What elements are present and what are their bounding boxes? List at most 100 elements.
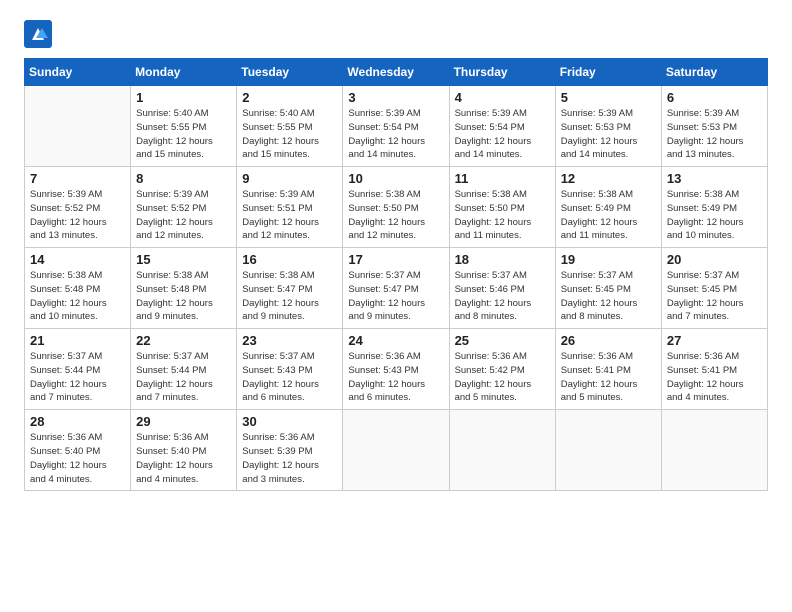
calendar-cell: 10 Sunrise: 5:38 AM Sunset: 5:50 PM Dayli… xyxy=(343,167,449,248)
calendar-cell xyxy=(343,410,449,491)
day-info: Sunrise: 5:38 AM Sunset: 5:49 PM Dayligh… xyxy=(561,188,656,243)
day-info: Sunrise: 5:37 AM Sunset: 5:44 PM Dayligh… xyxy=(136,350,231,405)
day-info: Sunrise: 5:37 AM Sunset: 5:44 PM Dayligh… xyxy=(30,350,125,405)
calendar-cell: 23 Sunrise: 5:37 AM Sunset: 5:43 PM Dayli… xyxy=(237,329,343,410)
calendar-cell: 28Sunrise: 5:36 AM Sunset: 5:40 PM Dayli… xyxy=(25,410,131,491)
calendar-table: SundayMondayTuesdayWednesdayThursdayFrid… xyxy=(24,58,768,491)
day-number: 27 xyxy=(667,333,762,348)
calendar-cell xyxy=(661,410,767,491)
calendar-cell: 17Sunrise: 5:37 AM Sunset: 5:47 PM Dayli… xyxy=(343,248,449,329)
calendar-cell: 26 Sunrise: 5:36 AM Sunset: 5:41 PM Dayli… xyxy=(555,329,661,410)
day-number: 29 xyxy=(136,414,231,429)
calendar-week-row: 28 Sunrise: 5:36 AM Sunset: 5:40 PM Dayli… xyxy=(25,410,768,491)
day-info: Sunrise: 5:37 AM Sunset: 5:43 PM Dayligh… xyxy=(242,350,337,405)
calendar-cell: 4 Sunrise: 5:39 AM Sunset: 5:54 PM Daylig… xyxy=(449,86,555,167)
day-number: 22 xyxy=(136,333,231,348)
day-number: 23 xyxy=(242,333,337,348)
calendar-cell: 16 Sunrise: 5:38 AM Sunset: 5:47 PM Dayli… xyxy=(237,248,343,329)
calendar-cell: 8 Sunrise: 5:39 AM Sunset: 5:52 PM Daylig… xyxy=(131,167,237,248)
day-number: 20 xyxy=(667,252,762,267)
day-number: 6 xyxy=(667,90,762,105)
day-number: 7 xyxy=(30,171,125,186)
day-number: 1 xyxy=(136,90,231,105)
day-info: Sunrise: 5:39 AM Sunset: 5:54 PM Dayligh… xyxy=(348,107,443,162)
calendar-cell xyxy=(449,410,555,491)
calendar-cell: 11 Sunrise: 5:38 AM Sunset: 5:50 PM Dayli… xyxy=(449,167,555,248)
calendar-week-row: 14 Sunrise: 5:38 AM Sunset: 5:48 PM Dayli… xyxy=(25,248,768,329)
day-info: Sunrise: 5:36 AM Sunset: 5:41 PM Dayligh… xyxy=(561,350,656,405)
day-number: 17 xyxy=(348,252,443,267)
column-header-tuesday: Tuesday xyxy=(237,59,343,86)
day-number: 12 xyxy=(561,171,656,186)
day-number: 5 xyxy=(561,90,656,105)
column-header-saturday: Saturday xyxy=(661,59,767,86)
day-info: Sunrise: 5:36 AM Sunset: 5:40 PM Dayligh… xyxy=(136,431,231,486)
day-info: Sunrise: 5:39 AM Sunset: 5:52 PM Dayligh… xyxy=(30,188,125,243)
calendar-cell: 24Sunrise: 5:36 AM Sunset: 5:43 PM Dayli… xyxy=(343,329,449,410)
calendar-cell: 22 Sunrise: 5:37 AM Sunset: 5:44 PM Dayli… xyxy=(131,329,237,410)
calendar-cell: 6 Sunrise: 5:39 AM Sunset: 5:53 PM Daylig… xyxy=(661,86,767,167)
day-info: Sunrise: 5:38 AM Sunset: 5:47 PM Dayligh… xyxy=(242,269,337,324)
day-info: Sunrise: 5:37 AM Sunset: 5:46 PM Dayligh… xyxy=(455,269,550,324)
day-number: 4 xyxy=(455,90,550,105)
calendar-cell: 19Sunrise: 5:37 AM Sunset: 5:45 PM Dayli… xyxy=(555,248,661,329)
logo xyxy=(24,20,56,48)
column-header-monday: Monday xyxy=(131,59,237,86)
column-header-thursday: Thursday xyxy=(449,59,555,86)
day-number: 25 xyxy=(455,333,550,348)
day-number: 11 xyxy=(455,171,550,186)
day-number: 15 xyxy=(136,252,231,267)
day-number: 30 xyxy=(242,414,337,429)
day-info: Sunrise: 5:36 AM Sunset: 5:39 PM Dayligh… xyxy=(242,431,337,486)
day-number: 21 xyxy=(30,333,125,348)
calendar-cell: 18 Sunrise: 5:37 AM Sunset: 5:46 PM Dayli… xyxy=(449,248,555,329)
day-info: Sunrise: 5:36 AM Sunset: 5:41 PM Dayligh… xyxy=(667,350,762,405)
day-number: 28 xyxy=(30,414,125,429)
day-info: Sunrise: 5:38 AM Sunset: 5:50 PM Dayligh… xyxy=(455,188,550,243)
column-header-friday: Friday xyxy=(555,59,661,86)
day-info: Sunrise: 5:36 AM Sunset: 5:42 PM Dayligh… xyxy=(455,350,550,405)
day-number: 13 xyxy=(667,171,762,186)
day-info: Sunrise: 5:38 AM Sunset: 5:50 PM Dayligh… xyxy=(348,188,443,243)
column-header-sunday: Sunday xyxy=(25,59,131,86)
calendar-header-row: SundayMondayTuesdayWednesdayThursdayFrid… xyxy=(25,59,768,86)
day-number: 16 xyxy=(242,252,337,267)
day-info: Sunrise: 5:39 AM Sunset: 5:51 PM Dayligh… xyxy=(242,188,337,243)
day-number: 26 xyxy=(561,333,656,348)
day-info: Sunrise: 5:39 AM Sunset: 5:54 PM Dayligh… xyxy=(455,107,550,162)
logo-icon xyxy=(24,20,52,48)
calendar-cell: 27 Sunrise: 5:36 AM Sunset: 5:41 PM Dayli… xyxy=(661,329,767,410)
day-number: 10 xyxy=(348,171,443,186)
day-number: 8 xyxy=(136,171,231,186)
day-number: 18 xyxy=(455,252,550,267)
calendar-cell xyxy=(25,86,131,167)
calendar-cell xyxy=(555,410,661,491)
calendar-cell: 30 Sunrise: 5:36 AM Sunset: 5:39 PM Dayli… xyxy=(237,410,343,491)
calendar-week-row: 7 Sunrise: 5:39 AM Sunset: 5:52 PM Daylig… xyxy=(25,167,768,248)
calendar-cell: 29 Sunrise: 5:36 AM Sunset: 5:40 PM Dayli… xyxy=(131,410,237,491)
day-info: Sunrise: 5:39 AM Sunset: 5:53 PM Dayligh… xyxy=(561,107,656,162)
day-number: 2 xyxy=(242,90,337,105)
calendar-week-row: 21 Sunrise: 5:37 AM Sunset: 5:44 PM Dayli… xyxy=(25,329,768,410)
day-info: Sunrise: 5:39 AM Sunset: 5:52 PM Dayligh… xyxy=(136,188,231,243)
day-number: 14 xyxy=(30,252,125,267)
calendar-cell: 14 Sunrise: 5:38 AM Sunset: 5:48 PM Dayli… xyxy=(25,248,131,329)
calendar-cell: 20Sunrise: 5:37 AM Sunset: 5:45 PM Dayli… xyxy=(661,248,767,329)
day-info: Sunrise: 5:38 AM Sunset: 5:48 PM Dayligh… xyxy=(30,269,125,324)
calendar-cell: 9Sunrise: 5:39 AM Sunset: 5:51 PM Daylig… xyxy=(237,167,343,248)
calendar-cell: 12 Sunrise: 5:38 AM Sunset: 5:49 PM Dayli… xyxy=(555,167,661,248)
day-info: Sunrise: 5:40 AM Sunset: 5:55 PM Dayligh… xyxy=(242,107,337,162)
day-info: Sunrise: 5:36 AM Sunset: 5:43 PM Dayligh… xyxy=(348,350,443,405)
calendar-week-row: 1 Sunrise: 5:40 AM Sunset: 5:55 PM Daylig… xyxy=(25,86,768,167)
calendar-cell: 7 Sunrise: 5:39 AM Sunset: 5:52 PM Daylig… xyxy=(25,167,131,248)
day-info: Sunrise: 5:39 AM Sunset: 5:53 PM Dayligh… xyxy=(667,107,762,162)
calendar-cell: 13 Sunrise: 5:38 AM Sunset: 5:49 PM Dayli… xyxy=(661,167,767,248)
calendar-cell: 21 Sunrise: 5:37 AM Sunset: 5:44 PM Dayli… xyxy=(25,329,131,410)
column-header-wednesday: Wednesday xyxy=(343,59,449,86)
day-info: Sunrise: 5:37 AM Sunset: 5:45 PM Dayligh… xyxy=(561,269,656,324)
day-info: Sunrise: 5:40 AM Sunset: 5:55 PM Dayligh… xyxy=(136,107,231,162)
day-info: Sunrise: 5:38 AM Sunset: 5:48 PM Dayligh… xyxy=(136,269,231,324)
calendar-cell: 15 Sunrise: 5:38 AM Sunset: 5:48 PM Dayli… xyxy=(131,248,237,329)
calendar-cell: 5 Sunrise: 5:39 AM Sunset: 5:53 PM Daylig… xyxy=(555,86,661,167)
day-info: Sunrise: 5:38 AM Sunset: 5:49 PM Dayligh… xyxy=(667,188,762,243)
